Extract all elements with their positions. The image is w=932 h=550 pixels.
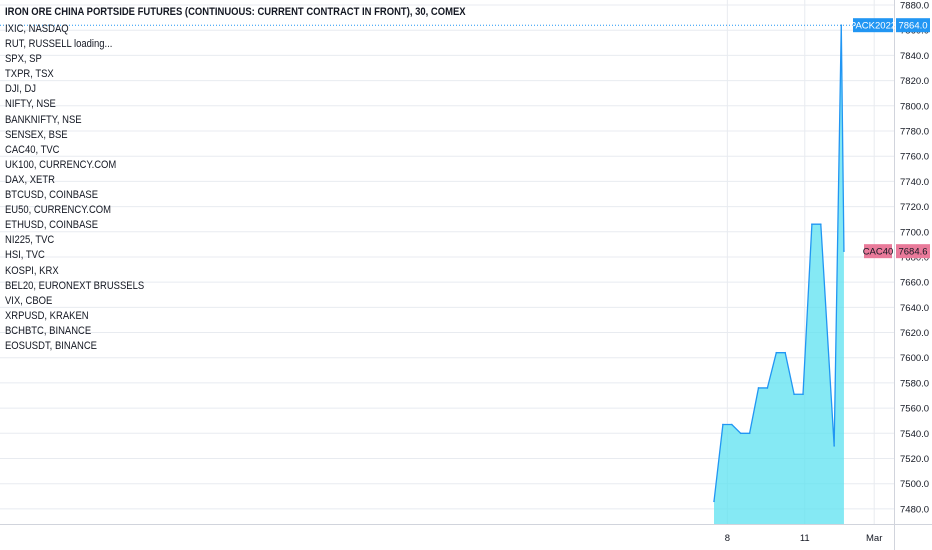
x-tick-label: 11: [800, 533, 810, 544]
y-tick-label: 7600.0: [900, 353, 929, 364]
y-tick-label: 7560.0: [900, 404, 929, 415]
pack-name-label: PACK2022: [850, 21, 896, 32]
symbol-item[interactable]: SPX, SP: [5, 52, 144, 67]
symbol-item[interactable]: TXPR, TSX: [5, 67, 144, 82]
data-point: [739, 432, 742, 435]
symbol-item[interactable]: ETHUSD, COINBASE: [5, 218, 144, 233]
data-point: [757, 387, 760, 389]
x-tick-label: Mar: [866, 533, 882, 544]
x-tick-label: 8: [725, 533, 730, 544]
y-tick-label: 7520.0: [900, 454, 929, 465]
y-tick-label: 7840.0: [900, 51, 929, 62]
data-point: [722, 423, 724, 426]
y-tick-label: 7760.0: [900, 152, 929, 163]
data-point: [713, 500, 715, 503]
symbol-item[interactable]: NIFTY, NSE: [5, 97, 144, 112]
symbol-item[interactable]: HSI, TVC: [5, 248, 144, 263]
cac-name-label: CAC40: [863, 247, 894, 258]
symbol-item[interactable]: XRPUSD, KRAKEN: [5, 309, 144, 324]
symbol-item[interactable]: IXIC, NASDAQ: [5, 22, 144, 37]
symbol-item[interactable]: BANKNIFTY, NSE: [5, 113, 144, 128]
data-point: [843, 250, 845, 252]
y-tick-label: 7880.0: [900, 1, 929, 12]
data-point: [766, 387, 769, 389]
pack-value-label: 7864.0: [898, 21, 927, 32]
data-point: [775, 351, 778, 354]
y-tick-label: 7480.0: [900, 504, 929, 515]
data-point: [784, 351, 786, 354]
data-point: [748, 432, 751, 435]
symbol-item[interactable]: NI225, TVC: [5, 233, 144, 248]
y-tick-label: 7620.0: [900, 328, 929, 339]
y-tick-label: 7500.0: [900, 479, 929, 490]
symbol-item[interactable]: DJI, DJ: [5, 82, 144, 97]
y-tick-label: 7540.0: [900, 429, 929, 440]
data-point: [820, 223, 822, 226]
y-tick-label: 7800.0: [900, 101, 929, 112]
y-tick-label: 7640.0: [900, 303, 929, 314]
symbol-item[interactable]: DAX, XETR: [5, 173, 144, 188]
symbol-item[interactable]: BCHBTC, BINANCE: [5, 324, 144, 339]
symbol-item[interactable]: RUT, RUSSELL loading...: [5, 37, 144, 52]
chart-title: IRON ORE CHINA PORTSIDE FUTURES (CONTINU…: [5, 6, 466, 18]
symbol-item[interactable]: EU50, CURRENCY.COM: [5, 203, 144, 218]
data-point: [793, 393, 795, 396]
data-point: [802, 393, 804, 396]
symbol-item[interactable]: BTCUSD, COINBASE: [5, 188, 144, 203]
data-point: [731, 423, 733, 426]
symbol-item[interactable]: BEL20, EURONEXT BRUSSELS: [5, 279, 144, 294]
y-tick-label: 7660.0: [900, 278, 929, 289]
data-point: [811, 223, 813, 226]
symbol-item[interactable]: VIX, CBOE: [5, 294, 144, 309]
y-tick-label: 7700.0: [900, 227, 929, 238]
y-tick-label: 7720.0: [900, 202, 929, 213]
y-tick-label: 7820.0: [900, 76, 929, 87]
symbol-list: IXIC, NASDAQ RUT, RUSSELL loading... SPX, …: [5, 22, 167, 354]
y-tick-label: 7780.0: [900, 127, 929, 138]
symbol-item[interactable]: KOSPI, KRX: [5, 264, 144, 279]
y-tick-label: 7740.0: [900, 177, 929, 188]
cac-value-label: 7684.6: [898, 247, 927, 258]
symbol-item[interactable]: EOSUSDT, BINANCE: [5, 339, 144, 354]
y-tick-label: 7580.0: [900, 378, 929, 389]
symbol-item[interactable]: UK100, CURRENCY.COM: [5, 158, 144, 173]
data-point: [833, 445, 835, 447]
symbol-item[interactable]: SENSEX, BSE: [5, 128, 144, 143]
symbol-item[interactable]: CAC40, TVC: [5, 143, 144, 158]
